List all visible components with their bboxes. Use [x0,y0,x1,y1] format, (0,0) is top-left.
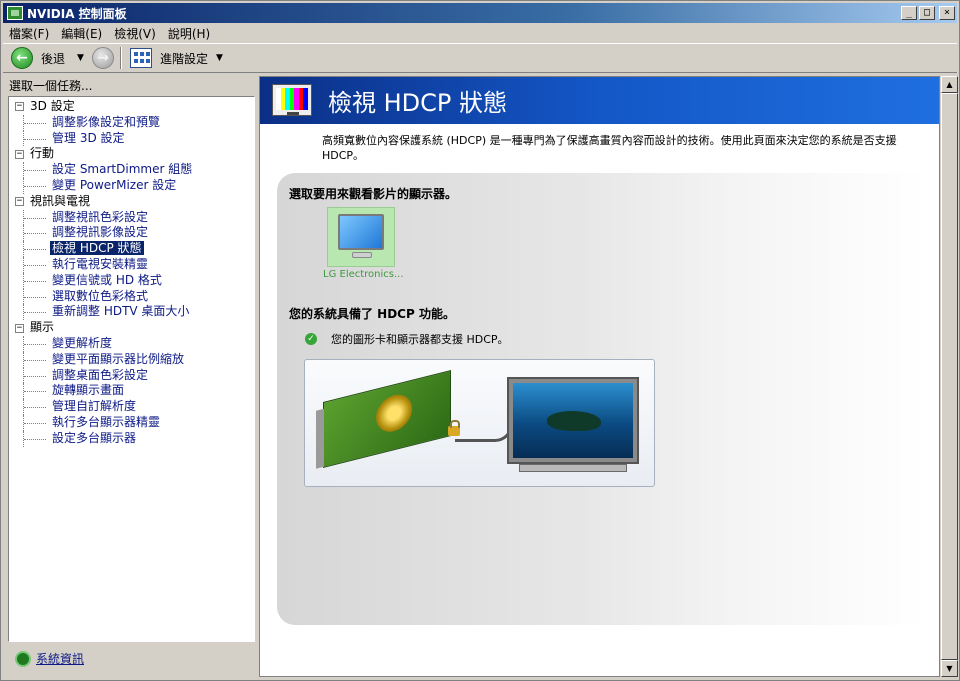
window-title: NVIDIA 控制面板 [27,6,127,21]
tree-item[interactable]: 變更信號或 HD 格式 [9,272,254,289]
hdcp-status-detail: 您的圖形卡和顯示器都支援 HDCP。 [331,333,509,346]
scroll-thumb[interactable] [941,93,958,660]
collapse-icon[interactable]: − [15,323,24,333]
minimize-button[interactable]: _ [901,6,917,20]
tree-item[interactable]: 旋轉顯示畫面 [9,383,254,399]
lock-icon [448,420,460,436]
tree-category-mobile[interactable]: − 行動 [9,146,254,162]
menu-view[interactable]: 檢視(V) [108,25,162,42]
monitor-stand [352,252,372,258]
tree-item[interactable]: 設定 SmartDimmer 組態 [9,162,254,178]
task-tree[interactable]: −3D 設定 調整影像設定和預覽 管理 3D 設定 − 行動 設定 SmartDi… [8,96,255,642]
close-button[interactable]: × [939,6,955,20]
advanced-settings-label[interactable]: 進階設定 [160,50,208,67]
nvidia-control-panel-window: NVIDIA 控制面板 _ □ × 檔案(F) 編輯(E) 檢視(V) 說明(H… [0,0,960,681]
checkmark-icon: ✓ [305,333,317,345]
cable-image [455,412,513,442]
tree-item[interactable]: 執行多台顯示器精靈 [9,414,254,431]
scroll-down-icon[interactable]: ▼ [941,660,958,677]
tree-item[interactable]: 變更 PowerMizer 設定 [9,177,254,194]
select-display-heading: 選取要用來觀看影片的顯示器。 [289,187,458,201]
tree-item[interactable]: 重新調整 HDTV 桌面大小 [9,304,254,320]
back-dropdown-chevron-icon[interactable]: ▼ [77,53,84,63]
collapse-icon[interactable]: − [15,102,24,112]
advanced-settings-icon[interactable] [129,48,152,68]
tree-item[interactable]: 調整視訊色彩設定 [9,209,254,226]
tree-item[interactable]: 執行電視安裝精靈 [9,256,254,273]
tree-item[interactable]: 變更解析度 [9,335,254,352]
tree-category-display[interactable]: − 顯示 [9,320,254,336]
advanced-dropdown-chevron-icon[interactable]: ▼ [216,53,223,63]
system-info[interactable]: 系統資訊 [15,650,84,667]
tree-item[interactable]: 調整影像設定和預覽 [9,114,254,131]
tree-item[interactable]: 變更平面顯示器比例縮放 [9,351,254,368]
display-tile[interactable] [327,207,395,267]
back-arrow-icon[interactable]: ← [11,47,33,69]
title-bar[interactable]: NVIDIA 控制面板 _ □ × [3,3,957,23]
system-info-link[interactable]: 系統資訊 [36,650,84,667]
display-base [519,464,627,472]
collapse-icon[interactable]: − [15,149,24,159]
display-name[interactable]: LG Electronics... [323,269,404,280]
task-pane-header: 選取一個任務... [9,79,93,93]
vertical-scrollbar[interactable]: ▲ ▼ [940,76,958,677]
display-image [507,377,639,464]
tv-color-bars-icon [272,84,312,116]
forward-arrow-icon[interactable]: → [91,47,114,69]
menu-edit[interactable]: 編輯(E) [55,25,108,42]
tree-category-3d[interactable]: −3D 設定 [9,99,254,115]
tree-item[interactable]: 選取數位色彩格式 [9,288,254,305]
toolbar-separator [119,47,122,69]
collapse-icon[interactable]: − [15,197,24,207]
hdcp-panel: 選取要用來觀看影片的顯示器。 LG Electronics... 您的系統具備了… [277,173,929,625]
tree-item-selected[interactable]: 檢視 HDCP 狀態 [9,241,254,257]
tree-item[interactable]: 管理自訂解析度 [9,399,254,415]
graphics-card-image [316,370,451,469]
tree-category-video-tv[interactable]: − 視訊與電視 [9,194,254,210]
tree-item[interactable]: 調整視訊影像設定 [9,225,254,241]
toolbar: ← 後退 ▼ → 進階設定 ▼ [3,43,957,73]
scroll-up-icon[interactable]: ▲ [941,76,958,93]
hdcp-illustration [304,359,655,487]
system-info-icon[interactable] [15,650,31,667]
menu-bar: 檔案(F) 編輯(E) 檢視(V) 說明(H) [3,24,957,42]
page-title: 檢視 HDCP 狀態 [328,89,508,117]
tree-item[interactable]: 調整桌面色彩設定 [9,367,254,384]
back-button-label[interactable]: 後退 [41,50,65,67]
tree-item[interactable]: 設定多台顯示器 [9,430,254,447]
menu-help[interactable]: 說明(H) [162,25,216,42]
page-description: 高頻寬數位內容保護系統 (HDCP) 是一種專門為了保護高畫質內容而設計的技術。… [322,134,897,162]
content-pane: 檢視 HDCP 狀態 高頻寬數位內容保護系統 (HDCP) 是一種專門為了保護高… [259,76,940,677]
menu-file[interactable]: 檔案(F) [3,25,55,42]
page-banner: 檢視 HDCP 狀態 [260,77,939,124]
maximize-button[interactable]: □ [919,6,935,20]
nvidia-app-icon[interactable] [7,6,23,20]
hdcp-status-heading: 您的系統具備了 HDCP 功能。 [289,307,455,321]
tree-item[interactable]: 管理 3D 設定 [9,130,254,147]
monitor-icon [338,214,384,250]
